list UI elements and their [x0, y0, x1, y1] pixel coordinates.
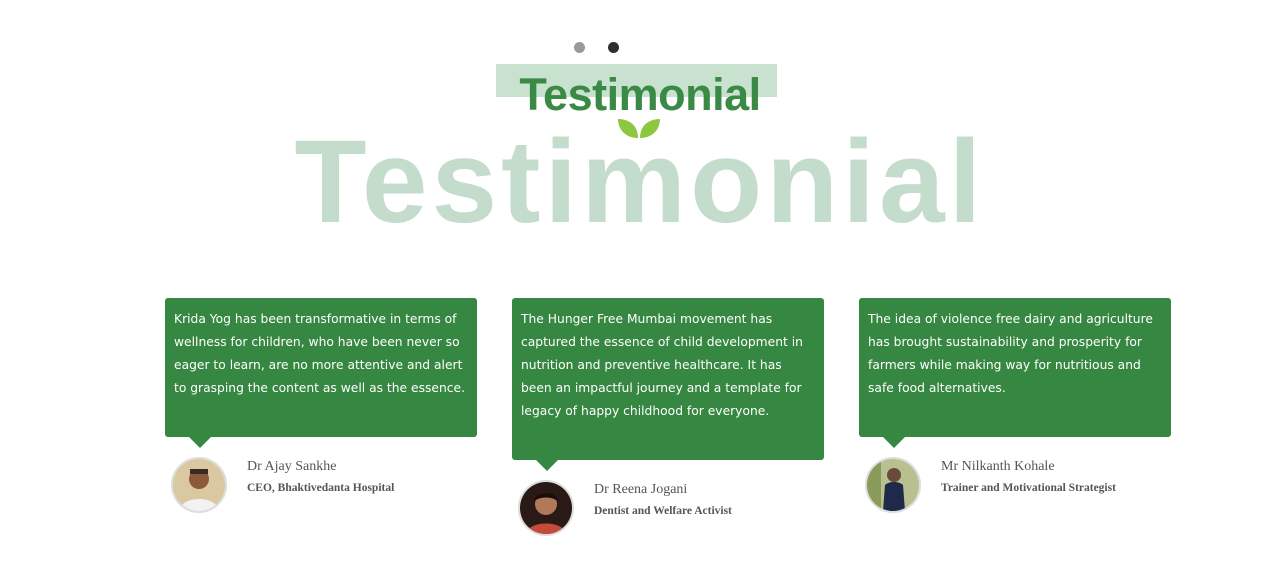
author-role: Trainer and Motivational Strategist — [941, 482, 1116, 494]
testimonial-author: Dr Reena Jogani Dentist and Welfare Acti… — [512, 480, 824, 540]
testimonial-author: Mr Nilkanth Kohale Trainer and Motivatio… — [859, 457, 1171, 517]
carousel-dot-2[interactable] — [608, 42, 619, 53]
author-role: Dentist and Welfare Activist — [594, 505, 732, 517]
carousel-dots — [574, 42, 619, 53]
testimonial-card: The Hunger Free Mumbai movement has capt… — [512, 298, 824, 540]
avatar — [518, 480, 574, 536]
testimonial-card: The idea of violence free dairy and agri… — [859, 298, 1171, 517]
testimonial-card: Krida Yog has been transformative in ter… — [165, 298, 477, 517]
avatar — [865, 457, 921, 513]
testimonial-author: Dr Ajay Sankhe CEO, Bhaktivedanta Hospit… — [165, 457, 477, 517]
testimonial-quote: Krida Yog has been transformative in ter… — [165, 298, 477, 448]
author-name: Dr Reena Jogani — [594, 482, 688, 497]
section-title-watermark: Testimonial — [294, 116, 986, 248]
testimonial-quote: The Hunger Free Mumbai movement has capt… — [512, 298, 824, 471]
author-name: Dr Ajay Sankhe — [247, 459, 337, 474]
testimonial-quote: The idea of violence free dairy and agri… — [859, 298, 1171, 448]
avatar — [171, 457, 227, 513]
section-title: Testimonial — [519, 69, 761, 120]
carousel-dot-1[interactable] — [574, 42, 585, 53]
author-role: CEO, Bhaktivedanta Hospital — [247, 482, 395, 494]
author-name: Mr Nilkanth Kohale — [941, 459, 1055, 474]
